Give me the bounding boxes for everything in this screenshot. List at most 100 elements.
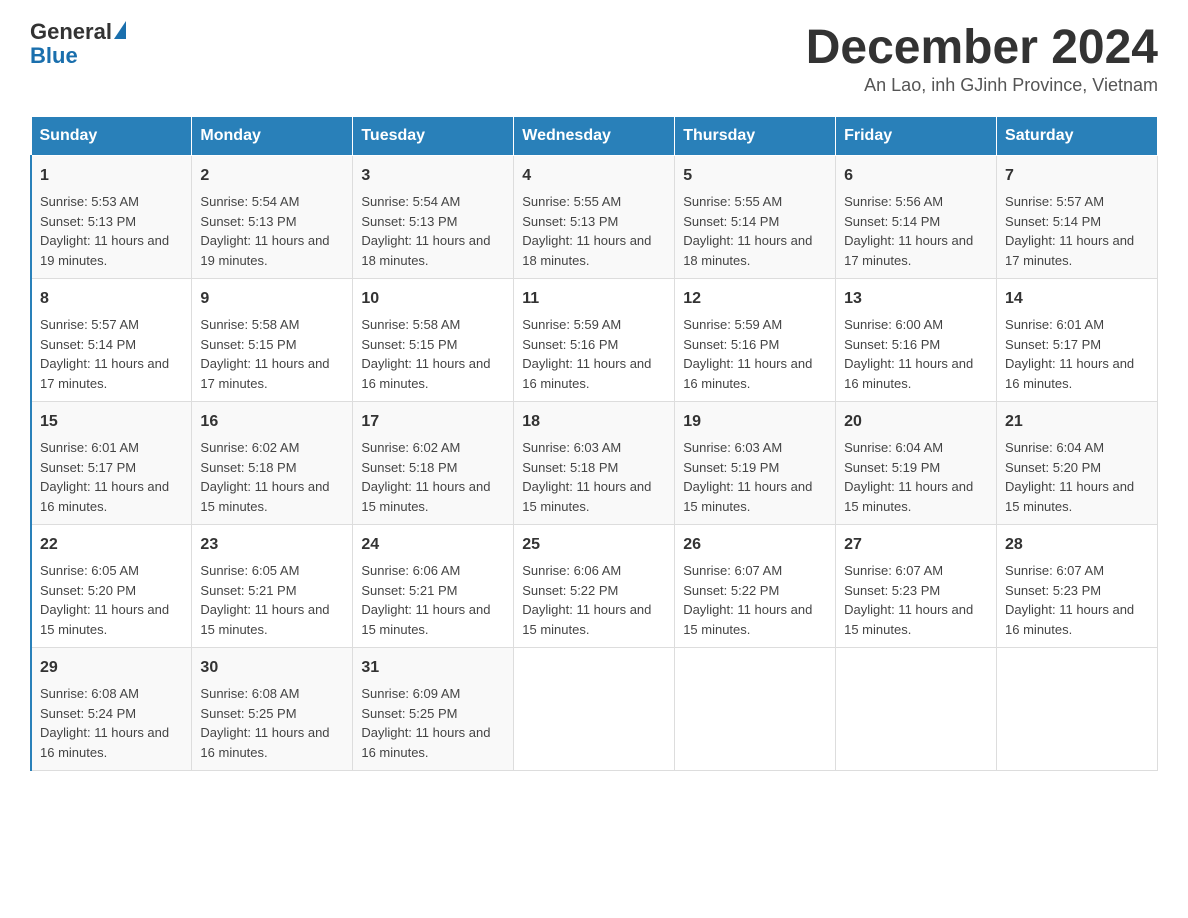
day-info: Sunrise: 6:03 AMSunset: 5:19 PMDaylight:… xyxy=(683,440,812,514)
calendar-cell: 3 Sunrise: 5:54 AMSunset: 5:13 PMDayligh… xyxy=(353,156,514,279)
day-info: Sunrise: 5:59 AMSunset: 5:16 PMDaylight:… xyxy=(683,317,812,391)
day-number: 17 xyxy=(361,410,505,434)
week-row-3: 15 Sunrise: 6:01 AMSunset: 5:17 PMDaylig… xyxy=(31,402,1158,525)
calendar-cell: 30 Sunrise: 6:08 AMSunset: 5:25 PMDaylig… xyxy=(192,648,353,771)
day-number: 29 xyxy=(40,656,183,680)
day-info: Sunrise: 6:01 AMSunset: 5:17 PMDaylight:… xyxy=(1005,317,1134,391)
calendar-cell: 21 Sunrise: 6:04 AMSunset: 5:20 PMDaylig… xyxy=(997,402,1158,525)
header-sunday: Sunday xyxy=(31,117,192,156)
title-block: December 2024 An Lao, inh GJinh Province… xyxy=(806,20,1158,96)
calendar-cell: 8 Sunrise: 5:57 AMSunset: 5:14 PMDayligh… xyxy=(31,279,192,402)
day-info: Sunrise: 6:05 AMSunset: 5:21 PMDaylight:… xyxy=(200,563,329,637)
day-info: Sunrise: 5:59 AMSunset: 5:16 PMDaylight:… xyxy=(522,317,651,391)
calendar-cell: 2 Sunrise: 5:54 AMSunset: 5:13 PMDayligh… xyxy=(192,156,353,279)
day-number: 25 xyxy=(522,533,666,557)
day-info: Sunrise: 6:07 AMSunset: 5:23 PMDaylight:… xyxy=(844,563,973,637)
day-info: Sunrise: 6:01 AMSunset: 5:17 PMDaylight:… xyxy=(40,440,169,514)
day-number: 12 xyxy=(683,287,827,311)
day-number: 18 xyxy=(522,410,666,434)
day-number: 5 xyxy=(683,164,827,188)
day-info: Sunrise: 6:02 AMSunset: 5:18 PMDaylight:… xyxy=(200,440,329,514)
day-number: 4 xyxy=(522,164,666,188)
week-row-2: 8 Sunrise: 5:57 AMSunset: 5:14 PMDayligh… xyxy=(31,279,1158,402)
day-info: Sunrise: 6:04 AMSunset: 5:20 PMDaylight:… xyxy=(1005,440,1134,514)
calendar-cell: 11 Sunrise: 5:59 AMSunset: 5:16 PMDaylig… xyxy=(514,279,675,402)
day-number: 8 xyxy=(40,287,183,311)
day-number: 27 xyxy=(844,533,988,557)
location-subtitle: An Lao, inh GJinh Province, Vietnam xyxy=(806,75,1158,96)
page-header: General Blue December 2024 An Lao, inh G… xyxy=(30,20,1158,96)
calendar-cell: 24 Sunrise: 6:06 AMSunset: 5:21 PMDaylig… xyxy=(353,525,514,648)
day-info: Sunrise: 6:08 AMSunset: 5:25 PMDaylight:… xyxy=(200,686,329,760)
day-number: 6 xyxy=(844,164,988,188)
header-monday: Monday xyxy=(192,117,353,156)
calendar-cell: 19 Sunrise: 6:03 AMSunset: 5:19 PMDaylig… xyxy=(675,402,836,525)
day-number: 1 xyxy=(40,164,183,188)
day-info: Sunrise: 6:06 AMSunset: 5:21 PMDaylight:… xyxy=(361,563,490,637)
week-row-1: 1 Sunrise: 5:53 AMSunset: 5:13 PMDayligh… xyxy=(31,156,1158,279)
day-number: 28 xyxy=(1005,533,1149,557)
day-number: 21 xyxy=(1005,410,1149,434)
calendar-cell: 23 Sunrise: 6:05 AMSunset: 5:21 PMDaylig… xyxy=(192,525,353,648)
logo-triangle-icon xyxy=(114,21,126,39)
week-row-4: 22 Sunrise: 6:05 AMSunset: 5:20 PMDaylig… xyxy=(31,525,1158,648)
calendar-cell: 25 Sunrise: 6:06 AMSunset: 5:22 PMDaylig… xyxy=(514,525,675,648)
day-info: Sunrise: 5:54 AMSunset: 5:13 PMDaylight:… xyxy=(200,194,329,268)
header-tuesday: Tuesday xyxy=(353,117,514,156)
calendar-cell xyxy=(675,648,836,771)
day-info: Sunrise: 6:07 AMSunset: 5:22 PMDaylight:… xyxy=(683,563,812,637)
day-info: Sunrise: 5:58 AMSunset: 5:15 PMDaylight:… xyxy=(361,317,490,391)
day-info: Sunrise: 5:57 AMSunset: 5:14 PMDaylight:… xyxy=(40,317,169,391)
day-number: 31 xyxy=(361,656,505,680)
logo: General Blue xyxy=(30,20,126,68)
week-row-5: 29 Sunrise: 6:08 AMSunset: 5:24 PMDaylig… xyxy=(31,648,1158,771)
day-number: 10 xyxy=(361,287,505,311)
day-info: Sunrise: 5:57 AMSunset: 5:14 PMDaylight:… xyxy=(1005,194,1134,268)
calendar-cell xyxy=(836,648,997,771)
calendar-cell: 22 Sunrise: 6:05 AMSunset: 5:20 PMDaylig… xyxy=(31,525,192,648)
day-number: 26 xyxy=(683,533,827,557)
calendar-cell: 17 Sunrise: 6:02 AMSunset: 5:18 PMDaylig… xyxy=(353,402,514,525)
calendar-cell: 18 Sunrise: 6:03 AMSunset: 5:18 PMDaylig… xyxy=(514,402,675,525)
day-info: Sunrise: 6:04 AMSunset: 5:19 PMDaylight:… xyxy=(844,440,973,514)
day-info: Sunrise: 6:03 AMSunset: 5:18 PMDaylight:… xyxy=(522,440,651,514)
day-info: Sunrise: 5:54 AMSunset: 5:13 PMDaylight:… xyxy=(361,194,490,268)
header-friday: Friday xyxy=(836,117,997,156)
day-info: Sunrise: 6:07 AMSunset: 5:23 PMDaylight:… xyxy=(1005,563,1134,637)
day-number: 23 xyxy=(200,533,344,557)
calendar-header-row: SundayMondayTuesdayWednesdayThursdayFrid… xyxy=(31,117,1158,156)
calendar-cell xyxy=(514,648,675,771)
calendar-cell: 31 Sunrise: 6:09 AMSunset: 5:25 PMDaylig… xyxy=(353,648,514,771)
calendar-cell: 1 Sunrise: 5:53 AMSunset: 5:13 PMDayligh… xyxy=(31,156,192,279)
day-info: Sunrise: 6:00 AMSunset: 5:16 PMDaylight:… xyxy=(844,317,973,391)
calendar-cell: 13 Sunrise: 6:00 AMSunset: 5:16 PMDaylig… xyxy=(836,279,997,402)
day-info: Sunrise: 5:55 AMSunset: 5:13 PMDaylight:… xyxy=(522,194,651,268)
calendar-cell: 4 Sunrise: 5:55 AMSunset: 5:13 PMDayligh… xyxy=(514,156,675,279)
day-info: Sunrise: 5:56 AMSunset: 5:14 PMDaylight:… xyxy=(844,194,973,268)
day-number: 2 xyxy=(200,164,344,188)
logo-blue: Blue xyxy=(30,44,126,68)
header-thursday: Thursday xyxy=(675,117,836,156)
day-number: 9 xyxy=(200,287,344,311)
day-number: 15 xyxy=(40,410,183,434)
day-info: Sunrise: 6:02 AMSunset: 5:18 PMDaylight:… xyxy=(361,440,490,514)
calendar-cell: 9 Sunrise: 5:58 AMSunset: 5:15 PMDayligh… xyxy=(192,279,353,402)
calendar-cell: 6 Sunrise: 5:56 AMSunset: 5:14 PMDayligh… xyxy=(836,156,997,279)
day-number: 22 xyxy=(40,533,183,557)
day-info: Sunrise: 6:06 AMSunset: 5:22 PMDaylight:… xyxy=(522,563,651,637)
calendar-cell: 29 Sunrise: 6:08 AMSunset: 5:24 PMDaylig… xyxy=(31,648,192,771)
day-info: Sunrise: 5:53 AMSunset: 5:13 PMDaylight:… xyxy=(40,194,169,268)
calendar-cell: 16 Sunrise: 6:02 AMSunset: 5:18 PMDaylig… xyxy=(192,402,353,525)
calendar-cell: 26 Sunrise: 6:07 AMSunset: 5:22 PMDaylig… xyxy=(675,525,836,648)
day-number: 7 xyxy=(1005,164,1149,188)
month-title: December 2024 xyxy=(806,20,1158,75)
calendar-cell: 12 Sunrise: 5:59 AMSunset: 5:16 PMDaylig… xyxy=(675,279,836,402)
day-number: 14 xyxy=(1005,287,1149,311)
day-info: Sunrise: 6:08 AMSunset: 5:24 PMDaylight:… xyxy=(40,686,169,760)
header-wednesday: Wednesday xyxy=(514,117,675,156)
calendar-cell: 28 Sunrise: 6:07 AMSunset: 5:23 PMDaylig… xyxy=(997,525,1158,648)
header-saturday: Saturday xyxy=(997,117,1158,156)
day-number: 24 xyxy=(361,533,505,557)
day-number: 3 xyxy=(361,164,505,188)
day-info: Sunrise: 6:05 AMSunset: 5:20 PMDaylight:… xyxy=(40,563,169,637)
